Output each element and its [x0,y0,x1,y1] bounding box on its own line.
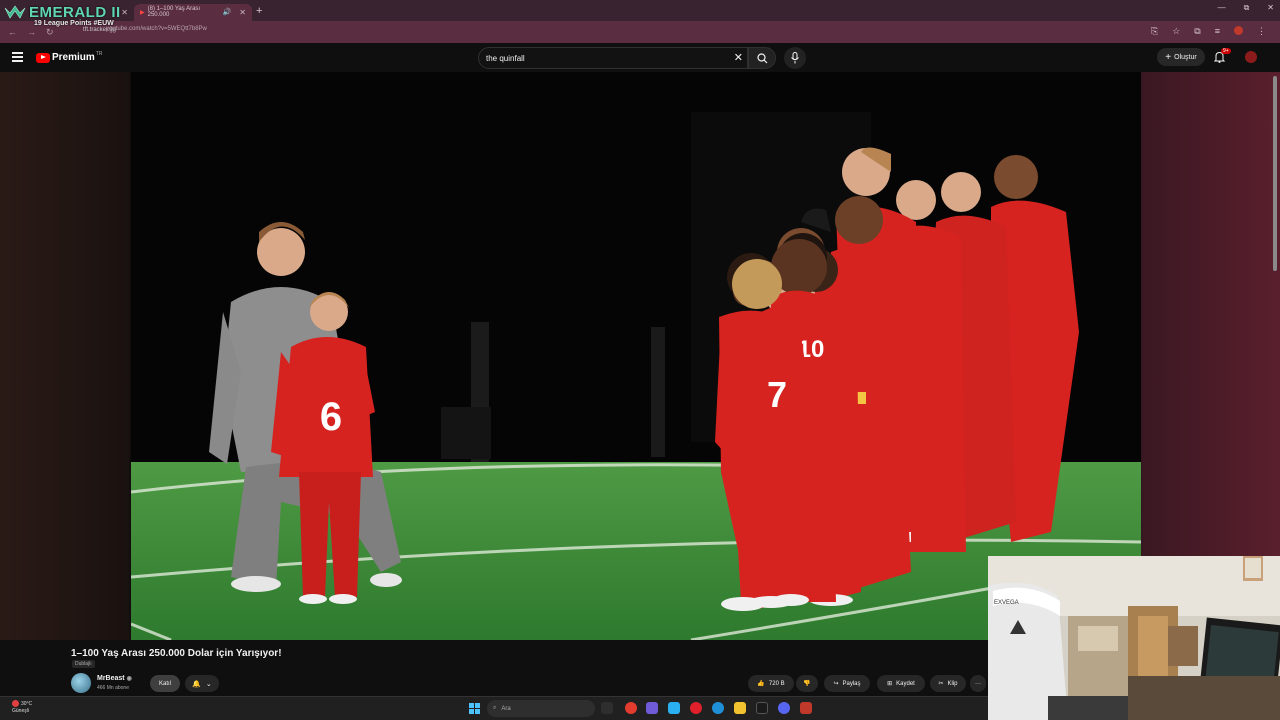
close-window-button[interactable]: ✕ [1267,3,1274,13]
jersey-number: 6 [320,395,342,439]
weather-icon [12,700,19,707]
logo-region: TR [95,51,103,57]
search-button[interactable] [748,47,776,69]
file-explorer-icon[interactable] [734,702,746,714]
voice-search-button[interactable] [784,47,806,69]
search-input[interactable]: the quinfall ✕ [478,47,748,69]
bookmark-star-icon[interactable]: ☆ [1172,26,1180,37]
cast-icon[interactable]: ⎘ [1151,26,1158,37]
save-icon: ⊞ [887,681,893,687]
more-icon: ··· [975,680,981,687]
emerald-emblem-icon [4,5,26,19]
notification-badge: 9+ [1221,48,1231,54]
account-avatar[interactable] [1245,51,1257,63]
new-tab-button[interactable]: + [256,5,262,17]
terminal-icon[interactable] [756,702,768,714]
discord-icon[interactable] [778,702,790,714]
webcam-feed: EXVEGA [988,556,1280,720]
toolbar-icons: ⎘ ☆ ⧉ ≡ ⋮ [1151,26,1266,37]
taskbar-search-placeholder: Ara [501,705,511,712]
youtube-favicon-icon: ▶ [140,9,145,16]
speaker-icon[interactable]: 🔊 [223,8,232,16]
create-button[interactable]: + Oluştur [1157,48,1205,66]
rank-title: EMERALD II [4,4,121,21]
chevron-down-icon: ⌄ [205,680,212,688]
app-icon[interactable] [646,702,658,714]
subscriber-count: 466 Mn abone [97,685,129,691]
share-label: Paylaş [842,680,861,687]
channel-name[interactable]: MrBeast ◉ [97,675,132,682]
browser-toolbar: ← → ↻ youtube.com/watch?v=5WEQtt7b8Pw ⎘ … [0,21,1280,43]
bell-icon: 🔔 [192,680,201,688]
tab-label: (8) 1–100 Yaş Arası 250.000 [147,6,201,18]
windows-start-icon[interactable] [469,703,480,714]
clip-button[interactable]: ✂ Klip [930,675,966,692]
logo-text: Premium [52,52,95,63]
rank-tracker-link: tft.tracker.gg [83,27,117,33]
rank-subtitle: 19 League Points #EUW [34,20,114,27]
weather-temp: 30°C [21,700,33,707]
screen: ✕ ▶ (8) 1–100 Yaş Arası 250.000 🔊 ✕ + — … [0,0,1280,720]
thumbs-down-icon: 👎 [803,681,811,687]
tab-youtube[interactable]: ▶ (8) 1–100 Yaş Arası 250.000 🔊 ✕ [134,3,252,21]
taskbar-search[interactable]: ⌕ Ara [487,700,595,717]
like-count: 720 B [768,680,785,687]
menu-kebab-icon[interactable]: ⋮ [1257,26,1266,37]
chrome-icon[interactable] [625,702,637,714]
dislike-button[interactable]: 👎 [796,675,818,692]
page-scrollbar[interactable] [1273,76,1277,271]
dubbed-chip: Dublajlı [72,660,95,668]
thumbs-up-icon: 👍 [757,681,765,687]
task-view-icon[interactable] [601,702,613,714]
clear-search-icon[interactable]: ✕ [734,51,743,64]
jersey-number: 7 [767,374,787,415]
edge-icon[interactable] [712,702,724,714]
save-button[interactable]: ⊞ Kaydet [877,675,925,692]
video-frame: 6 10 7 [131,72,1141,640]
minimize-button[interactable]: — [1218,3,1226,13]
app-icon[interactable] [668,702,680,714]
extensions-icon[interactable]: ⧉ [1194,26,1200,37]
weather-desc: Güneşli [12,707,29,714]
hamburger-menu-icon[interactable] [12,52,23,62]
close-icon[interactable]: ✕ [121,8,128,17]
like-button[interactable]: 👍 720 B [748,675,794,692]
channel-avatar[interactable] [71,673,91,693]
weather-widget[interactable]: 30°C Güneşli [12,700,32,715]
media-icon[interactable]: ≡ [1215,26,1220,37]
join-button[interactable]: Katıl [150,675,180,692]
youtube-play-icon [36,52,50,63]
microphone-icon [791,52,799,64]
youtube-logo[interactable]: Premium TR [36,51,103,63]
share-button[interactable]: ↪ Paylaş [824,675,870,692]
clip-label: Klip [947,680,958,687]
video-player[interactable]: 6 10 7 [131,72,1141,640]
rank-title-text: EMERALD II [29,4,121,21]
create-label: Oluştur [1174,53,1197,61]
share-icon: ↪ [833,681,839,687]
subscribe-notification-button[interactable]: 🔔 ⌄ [185,675,219,692]
profile-avatar[interactable] [1234,26,1243,35]
opera-icon[interactable] [690,702,702,714]
channel-name-text: MrBeast [97,675,125,682]
window-controls: — ⧉ ✕ [1218,3,1274,13]
chair-brand: EXVEGA [994,600,1019,606]
close-icon[interactable]: ✕ [239,8,246,17]
verified-icon: ◉ [126,676,132,682]
save-label: Kaydet [896,680,915,687]
plus-icon: + [1165,51,1172,63]
app-icon[interactable] [800,702,812,714]
webcam-overlay: EXVEGA [988,556,1280,720]
search-icon: ⌕ [493,705,497,711]
scissors-icon: ✂ [938,681,944,687]
url-field[interactable]: youtube.com/watch?v=5WEQtt7b8Pw [106,26,207,32]
youtube-header: Premium TR the quinfall ✕ + Oluştur 9+ [0,43,1280,72]
more-actions-button[interactable]: ··· [970,675,986,692]
search-value: the quinfall [486,54,525,63]
video-title: 1–100 Yaş Arası 250.000 Dolar için Yarış… [71,648,282,659]
restore-button[interactable]: ⧉ [1244,3,1250,13]
search-icon [757,53,768,64]
rank-overlay: EMERALD II 19 League Points #EUW tft.tra… [4,4,121,33]
browser-tabbar: ✕ ▶ (8) 1–100 Yaş Arası 250.000 🔊 ✕ + — … [0,0,1280,21]
